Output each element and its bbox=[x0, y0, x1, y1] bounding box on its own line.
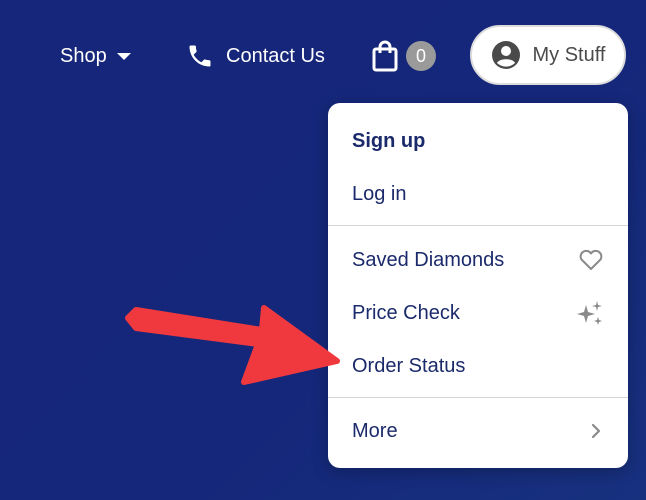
menu-item-price-check[interactable]: Price Check bbox=[352, 293, 604, 333]
shop-menu-button[interactable]: Shop bbox=[60, 40, 131, 72]
menu-item-log-in[interactable]: Log in bbox=[352, 174, 604, 214]
sign-up-label: Sign up bbox=[352, 129, 426, 152]
menu-divider bbox=[328, 397, 628, 398]
phone-icon bbox=[189, 45, 211, 67]
chevron-down-icon bbox=[116, 52, 131, 60]
my-stuff-button[interactable]: My Stuff bbox=[470, 25, 626, 85]
sparkle-icon bbox=[577, 301, 602, 325]
chevron-right-icon bbox=[591, 423, 601, 439]
menu-item-sign-up[interactable]: Sign up bbox=[352, 121, 604, 161]
log-in-label: Log in bbox=[352, 182, 407, 205]
menu-item-saved-diamonds[interactable]: Saved Diamonds bbox=[352, 240, 604, 280]
menu-divider bbox=[328, 225, 628, 226]
contact-us-label: Contact Us bbox=[226, 44, 325, 67]
order-status-label: Order Status bbox=[352, 354, 466, 377]
saved-diamonds-label: Saved Diamonds bbox=[352, 248, 505, 271]
more-label: More bbox=[352, 419, 398, 442]
shopping-bag-icon bbox=[372, 40, 398, 72]
cart-button[interactable]: 0 bbox=[372, 38, 436, 74]
account-dropdown-menu: Sign up Log in Saved Diamonds Price Chec… bbox=[328, 103, 628, 468]
heart-icon bbox=[579, 249, 603, 270]
price-check-label: Price Check bbox=[352, 301, 460, 324]
cart-count-badge: 0 bbox=[406, 41, 436, 71]
shop-label: Shop bbox=[60, 44, 107, 67]
contact-us-link[interactable]: Contact Us bbox=[186, 40, 325, 72]
menu-item-more[interactable]: More bbox=[352, 411, 604, 451]
menu-item-order-status[interactable]: Order Status bbox=[352, 346, 604, 386]
user-circle-icon bbox=[491, 41, 520, 69]
my-stuff-label: My Stuff bbox=[532, 43, 606, 66]
